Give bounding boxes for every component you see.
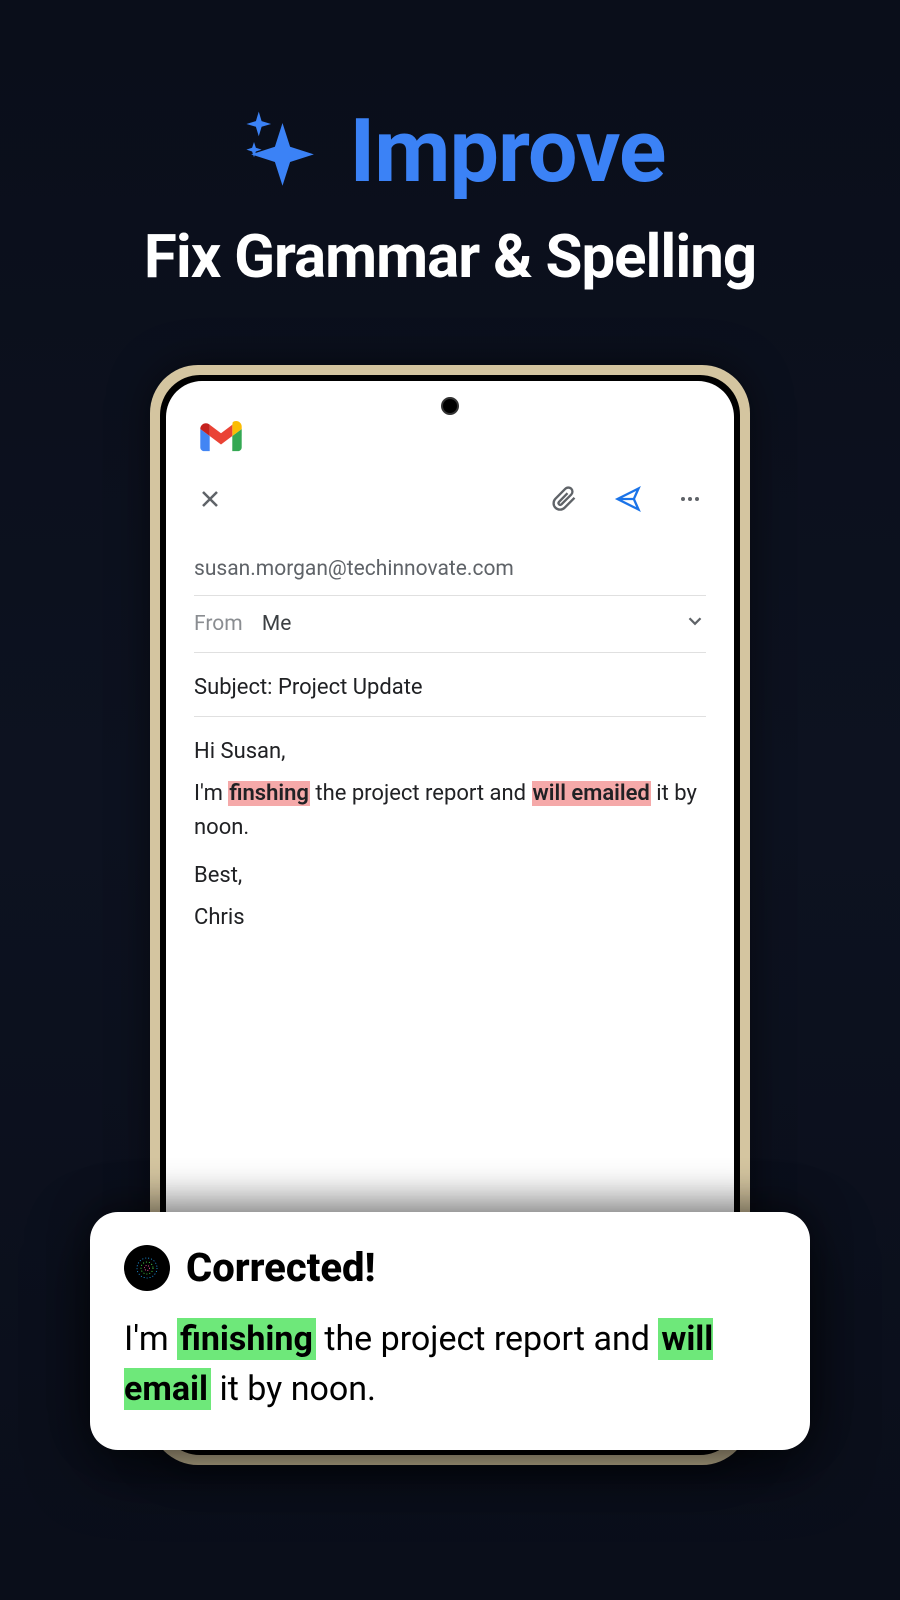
from-field[interactable]: From Me	[194, 596, 706, 653]
card-title: Corrected!	[186, 1244, 376, 1291]
compose-toolbar	[194, 485, 706, 543]
fix-highlight-1: finishing	[177, 1318, 316, 1360]
app-icon	[124, 1245, 170, 1291]
hero-title: Improve	[350, 100, 666, 203]
sparkle-icon	[235, 104, 330, 199]
body-signoff-1: Best,	[194, 859, 706, 893]
send-icon[interactable]	[614, 485, 642, 513]
card-body: I'm finishing the project report and wil…	[124, 1315, 776, 1414]
email-body[interactable]: Hi Susan, I'm finshing the project repor…	[194, 717, 706, 943]
subject-field[interactable]: Subject: Project Update	[194, 653, 706, 717]
from-label: From	[194, 612, 243, 636]
to-field[interactable]: susan.morgan@techinnovate.com	[194, 543, 706, 596]
attachment-icon[interactable]	[550, 485, 578, 513]
hero-subtitle: Fix Grammar & Spelling	[0, 221, 900, 292]
close-icon[interactable]	[198, 487, 222, 511]
error-highlight-1: finshing	[228, 781, 310, 806]
hero-section: Improve Fix Grammar & Spelling	[0, 0, 900, 292]
body-greeting: Hi Susan,	[194, 735, 706, 769]
error-highlight-2: will emailed	[532, 781, 651, 806]
body-line: I'm finshing the project report and will…	[194, 777, 706, 845]
corrected-card: Corrected! I'm finishing the project rep…	[90, 1212, 810, 1450]
more-icon[interactable]	[678, 487, 702, 511]
body-signoff-2: Chris	[194, 901, 706, 935]
from-value: Me	[262, 612, 291, 636]
gmail-logo-icon	[194, 421, 706, 485]
chevron-down-icon[interactable]	[684, 610, 706, 638]
phone-camera	[441, 397, 459, 415]
